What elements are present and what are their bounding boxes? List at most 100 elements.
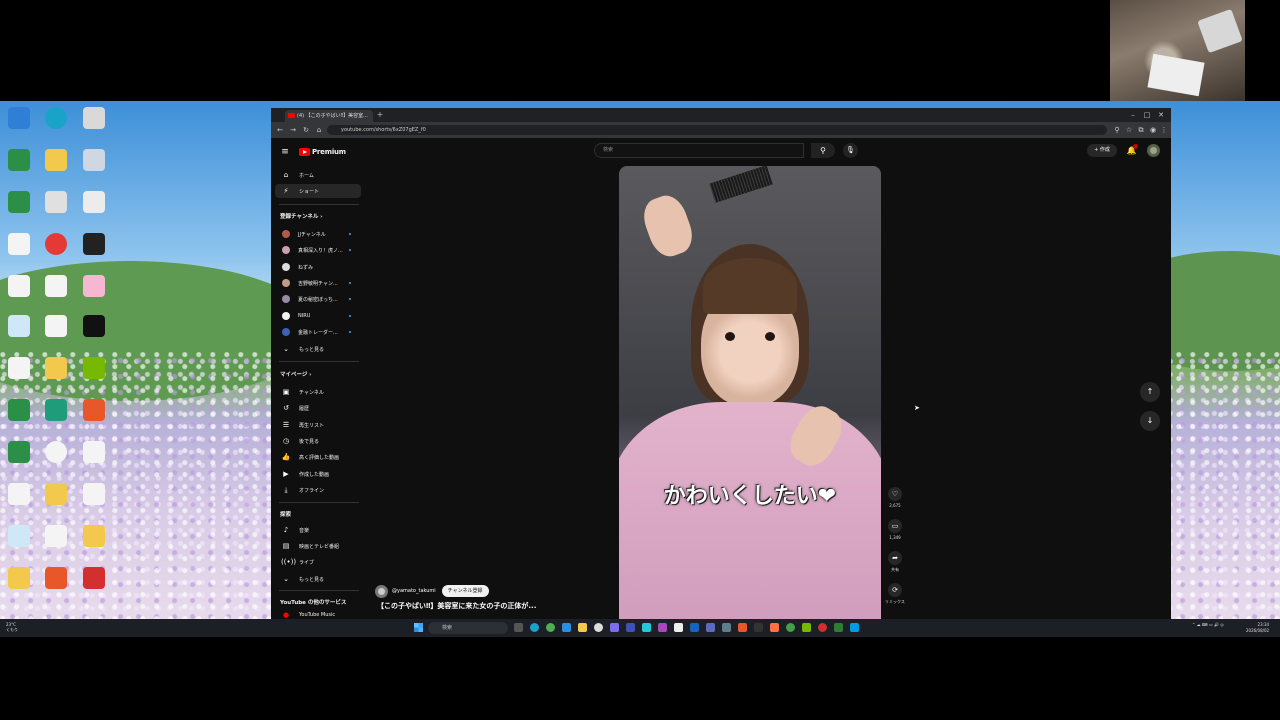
url-field[interactable]: youtube.com/shorts/6xZ07gEZ_f0 bbox=[327, 125, 1107, 135]
app-shortcut-icon[interactable] bbox=[45, 441, 67, 463]
sidebar-item-channel[interactable]: ねずみ bbox=[275, 260, 361, 274]
file-icon[interactable] bbox=[8, 357, 30, 379]
brave-icon[interactable] bbox=[45, 567, 67, 589]
zoom-icon[interactable]: ⚲ bbox=[1111, 124, 1123, 136]
app-shortcut-icon[interactable] bbox=[8, 149, 30, 171]
sidebar-item-your-channel[interactable]: ▣ チャンネル bbox=[275, 385, 361, 399]
shorts-video-player[interactable]: かわいくしたい❤ bbox=[619, 166, 881, 619]
brave-icon[interactable] bbox=[83, 399, 105, 421]
taskbar-clock[interactable]: 23:34 2026/08/02 bbox=[1246, 622, 1269, 634]
remix-action[interactable]: ⟳ リミックス bbox=[885, 583, 905, 605]
search-input[interactable]: 検索 bbox=[594, 143, 804, 158]
sidebar-item-music[interactable]: ♪ 音楽 bbox=[275, 523, 361, 537]
channel-name[interactable]: @yamato_takumi bbox=[392, 588, 436, 594]
share-icon[interactable]: ➦ bbox=[888, 551, 902, 565]
search-icon[interactable]: ⚲ bbox=[811, 143, 835, 158]
account-avatar[interactable] bbox=[1147, 144, 1160, 157]
file-icon[interactable] bbox=[45, 315, 67, 337]
chrome-icon[interactable] bbox=[786, 623, 795, 632]
app-shortcut-icon[interactable] bbox=[8, 441, 30, 463]
folder-icon[interactable] bbox=[45, 483, 67, 505]
forward-icon[interactable]: → bbox=[287, 124, 299, 136]
tab-youtube[interactable]: (4) 【この子やばい‼】美容室... bbox=[285, 110, 373, 122]
heart-icon[interactable]: ♡ bbox=[888, 487, 902, 501]
folder-icon[interactable] bbox=[83, 525, 105, 547]
app-icon[interactable] bbox=[626, 623, 635, 632]
share-action[interactable]: ➦ 共有 bbox=[885, 551, 905, 573]
app-icon[interactable] bbox=[690, 623, 699, 632]
comment-icon[interactable]: ▭ bbox=[888, 519, 902, 533]
app-shortcut-icon[interactable] bbox=[8, 525, 30, 547]
mypage-heading[interactable]: マイページ › bbox=[280, 370, 312, 378]
app-icon[interactable] bbox=[594, 623, 603, 632]
like-action[interactable]: ♡ 2,675 bbox=[885, 487, 905, 508]
maximize-icon[interactable]: □ bbox=[1141, 109, 1153, 121]
comment-action[interactable]: ▭ 1,349 bbox=[885, 519, 905, 540]
sidebar-item-playlists[interactable]: ☰ 再生リスト bbox=[275, 418, 361, 432]
home-icon[interactable]: ⌂ bbox=[313, 124, 325, 136]
app-shortcut-icon[interactable] bbox=[8, 191, 30, 213]
reload-icon[interactable]: ↻ bbox=[300, 124, 312, 136]
app-icon[interactable] bbox=[706, 623, 715, 632]
show-more-subscriptions[interactable]: ⌄ もっと見る bbox=[275, 342, 361, 356]
file-icon[interactable] bbox=[83, 483, 105, 505]
app-icon[interactable] bbox=[658, 623, 667, 632]
sidebar-item-channel[interactable]: 金融トレーダー... bbox=[275, 325, 361, 339]
youtube-logo[interactable]: Premium bbox=[299, 146, 346, 158]
sidebar-item-channel[interactable]: 吉野敏明チャン... bbox=[275, 276, 361, 290]
back-icon[interactable]: ← bbox=[274, 124, 286, 136]
app-icon[interactable] bbox=[850, 623, 859, 632]
file-icon[interactable] bbox=[8, 233, 30, 255]
taskbar-search-input[interactable]: 検索 bbox=[428, 622, 508, 634]
minimize-icon[interactable]: – bbox=[1127, 109, 1139, 121]
app-shortcut-icon[interactable] bbox=[8, 399, 30, 421]
app-icon[interactable] bbox=[834, 623, 843, 632]
file-icon[interactable] bbox=[8, 483, 30, 505]
file-icon[interactable] bbox=[45, 525, 67, 547]
windows-start-icon[interactable] bbox=[414, 623, 423, 632]
app-icon[interactable] bbox=[770, 623, 779, 632]
task-view-icon[interactable] bbox=[514, 623, 523, 632]
show-more-explore[interactable]: ⌄ もっと見る bbox=[275, 572, 361, 586]
app-shortcut-icon[interactable] bbox=[83, 149, 105, 171]
ea-app-icon[interactable] bbox=[45, 233, 67, 255]
app-shortcut-icon[interactable] bbox=[83, 107, 105, 129]
app-icon[interactable] bbox=[610, 623, 619, 632]
sidebar-item-offline[interactable]: ⤓ オフライン bbox=[275, 483, 361, 497]
sidebar-item-your-videos[interactable]: ▶ 作成した動画 bbox=[275, 467, 361, 481]
recycle-bin-icon[interactable] bbox=[8, 107, 30, 129]
file-icon[interactable] bbox=[45, 275, 67, 297]
video-title[interactable]: 【この子やばい‼】美容室に来た女の子の正体が... bbox=[377, 601, 617, 611]
file-icon[interactable] bbox=[83, 441, 105, 463]
file-explorer-icon[interactable] bbox=[578, 623, 587, 632]
edge-icon[interactable] bbox=[530, 623, 539, 632]
new-tab-button[interactable]: + bbox=[375, 110, 385, 120]
app-shortcut-icon[interactable] bbox=[45, 399, 67, 421]
sidebar-item-movies[interactable]: ▤ 映画とテレビ番組 bbox=[275, 539, 361, 553]
app-icon[interactable] bbox=[642, 623, 651, 632]
folder-icon[interactable] bbox=[45, 149, 67, 171]
folder-icon[interactable] bbox=[8, 567, 30, 589]
channel-avatar[interactable] bbox=[375, 584, 388, 598]
nvidia-icon[interactable] bbox=[802, 623, 811, 632]
sidebar-item-home[interactable]: ⌂ ホーム bbox=[275, 168, 361, 182]
browser-menu-icon[interactable]: ⋮ bbox=[1158, 124, 1170, 136]
remix-icon[interactable]: ⟳ bbox=[888, 583, 902, 597]
folder-icon[interactable] bbox=[45, 357, 67, 379]
app-shortcut-icon[interactable] bbox=[83, 315, 105, 337]
microphone-icon[interactable]: 🎙 bbox=[843, 143, 858, 158]
calendar-icon[interactable] bbox=[674, 623, 683, 632]
subscribe-button[interactable]: チャンネル登録 bbox=[441, 585, 489, 597]
sidebar-item-channel[interactable]: JJチャンネル bbox=[275, 227, 361, 241]
sidebar-item-channel[interactable]: 夏の秘密ぼっち... bbox=[275, 292, 361, 306]
close-icon[interactable]: ✕ bbox=[1155, 109, 1167, 121]
sidebar-item-shorts[interactable]: ⚡ ショート bbox=[275, 184, 361, 198]
extensions-icon[interactable]: ⧉ bbox=[1135, 124, 1147, 136]
sidebar-item-channel[interactable]: NIRU bbox=[275, 309, 361, 323]
app-icon[interactable] bbox=[754, 623, 763, 632]
sidebar-item-watch-later[interactable]: ◷ 後で見る bbox=[275, 434, 361, 448]
sidebar-item-live[interactable]: ((•)) ライブ bbox=[275, 555, 361, 569]
hamburger-menu-icon[interactable]: ≡ bbox=[279, 146, 291, 158]
next-short-arrow-down-icon[interactable]: ↓ bbox=[1140, 411, 1160, 431]
settings-icon[interactable] bbox=[722, 623, 731, 632]
